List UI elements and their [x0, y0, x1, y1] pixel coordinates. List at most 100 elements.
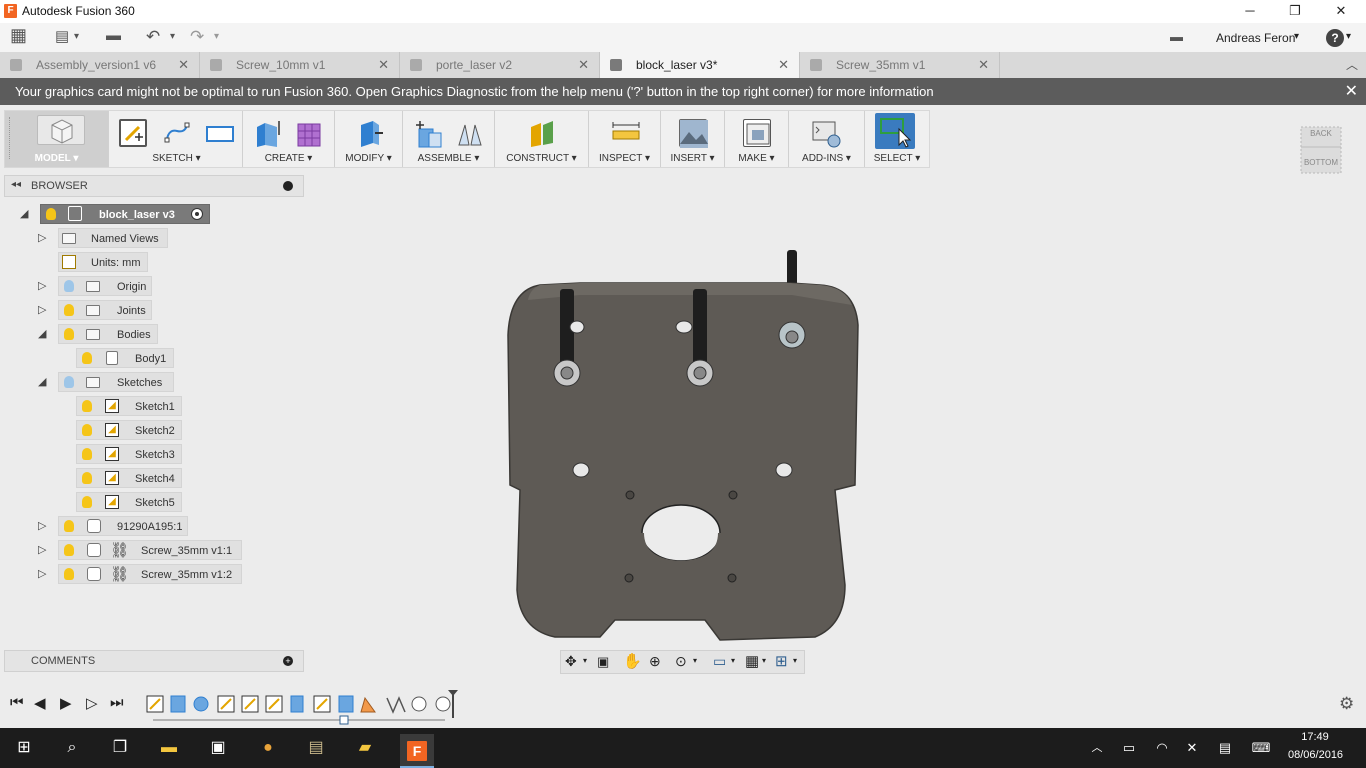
show-hidden-icons-icon[interactable]: ︿ — [1085, 736, 1109, 760]
expand-joints-icon[interactable]: ▷ — [38, 303, 46, 316]
collapse-tabs-icon[interactable]: ︿ — [1346, 56, 1358, 73]
save-icon[interactable]: ▬ — [106, 27, 121, 44]
chrome-icon[interactable]: ● — [256, 736, 280, 760]
laser-bore[interactable] — [641, 504, 721, 562]
screw-shaft[interactable] — [693, 289, 707, 371]
offset-plane-icon[interactable] — [527, 119, 555, 147]
browser-screw-35mm-2[interactable]: Screw_35mm v1:2 — [58, 564, 242, 584]
windows-start-icon[interactable]: ⊞ — [12, 736, 36, 760]
visibility-bulb-icon[interactable] — [64, 280, 74, 292]
visibility-bulb-icon[interactable] — [64, 568, 74, 580]
timeline-component-feature[interactable] — [338, 695, 354, 713]
select-tool-icon[interactable] — [875, 113, 915, 149]
chat-icon[interactable]: ▬ — [1170, 29, 1183, 44]
folder-app-icon[interactable]: ▰ — [353, 736, 377, 760]
step-back-icon[interactable]: ◀ — [34, 694, 46, 712]
model-viewport[interactable] — [500, 245, 870, 645]
expand-root-icon[interactable]: ◢ — [20, 207, 28, 220]
mounting-hole[interactable] — [728, 490, 738, 500]
mounting-hole[interactable] — [625, 490, 635, 500]
new-component-icon[interactable] — [413, 119, 442, 148]
expand-origin-icon[interactable]: ▷ — [38, 279, 46, 292]
look-at-icon[interactable]: ▣ — [597, 654, 609, 670]
expand-part-icon[interactable]: ▷ — [38, 519, 46, 532]
pin[interactable] — [675, 320, 693, 334]
visibility-bulb-icon[interactable] — [82, 400, 92, 412]
app-icon[interactable]: ▤ — [304, 736, 328, 760]
add-comment-icon[interactable]: + — [283, 656, 293, 666]
activate-component-icon[interactable] — [191, 208, 203, 220]
create-group[interactable]: CREATE ▾ — [243, 111, 335, 167]
tab-close-icon[interactable]: ✕ — [578, 52, 589, 78]
redo-caret-icon[interactable]: ▾ — [214, 31, 219, 42]
tab-block-laser[interactable]: block_laser v3* ✕ — [600, 52, 800, 78]
assemble-group[interactable]: ASSEMBLE ▾ — [403, 111, 495, 167]
sketch-group[interactable]: SKETCH ▾ — [111, 111, 243, 167]
browser-screw-35mm-1[interactable]: Screw_35mm v1:1 — [58, 540, 242, 560]
mounting-hole[interactable] — [727, 573, 737, 583]
modify-group[interactable]: MODIFY ▾ — [335, 111, 403, 167]
display-settings-icon[interactable]: ▭ — [713, 653, 726, 670]
scripts-addins-icon[interactable] — [811, 119, 841, 148]
clock-date[interactable]: 08/06/2016 — [1288, 749, 1343, 761]
browser-minimize-icon[interactable] — [283, 181, 293, 191]
measure-icon[interactable] — [611, 119, 640, 147]
file-menu-icon[interactable]: ▤ — [55, 27, 69, 45]
search-icon[interactable]: ⌕ — [60, 736, 84, 760]
timeline-joint-feature[interactable] — [360, 696, 376, 713]
viewcube[interactable]: BACK BOTTOM — [1300, 123, 1342, 178]
insert-group[interactable]: INSERT ▾ — [661, 111, 725, 167]
keyboard-icon[interactable]: ⌨ — [1249, 736, 1273, 760]
fusion360-taskbar-button[interactable]: F — [400, 734, 434, 768]
visibility-bulb-icon[interactable] — [46, 208, 56, 220]
expand-named-views-icon[interactable]: ▷ — [38, 231, 46, 244]
orbit-caret-icon[interactable]: ▾ — [583, 656, 587, 665]
select-group[interactable]: SELECT ▾ — [865, 111, 929, 167]
visibility-bulb-icon[interactable] — [82, 352, 92, 364]
make-group[interactable]: MAKE ▾ — [725, 111, 789, 167]
help-icon[interactable]: ? — [1326, 29, 1344, 47]
restore-button[interactable]: ❐ — [1272, 0, 1318, 23]
line-tool-icon[interactable] — [163, 119, 191, 147]
pin[interactable] — [572, 462, 590, 478]
insert-image-icon[interactable] — [679, 119, 708, 148]
timeline-rigid-group-feature[interactable] — [435, 696, 451, 712]
pattern-icon[interactable] — [295, 119, 323, 147]
comments-panel[interactable]: COMMENTS + — [4, 650, 304, 672]
visibility-bulb-icon[interactable] — [64, 328, 74, 340]
grid-caret-icon[interactable]: ▾ — [762, 656, 766, 665]
display-caret-icon[interactable]: ▾ — [731, 656, 735, 665]
viewcube-bottom-face[interactable]: BOTTOM — [1300, 158, 1342, 167]
volume-muted-icon[interactable]: ✕ — [1180, 736, 1204, 760]
tab-close-icon[interactable]: ✕ — [178, 52, 189, 78]
timeline-settings-gear-icon[interactable]: ⚙ — [1339, 694, 1354, 714]
tab-screw-35mm[interactable]: Screw_35mm v1 ✕ — [800, 52, 1000, 78]
visibility-bulb-icon[interactable] — [64, 304, 74, 316]
expand-screw2-icon[interactable]: ▷ — [38, 567, 46, 580]
task-view-icon[interactable]: ❐ — [108, 736, 132, 760]
viewcube-back-face[interactable]: BACK — [1300, 129, 1342, 138]
tab-close-icon[interactable]: ✕ — [378, 52, 389, 78]
orbit-icon[interactable]: ✥ — [565, 653, 577, 670]
zoom-caret-icon[interactable]: ▾ — [693, 656, 697, 665]
timeline-joint-feature[interactable] — [386, 696, 406, 714]
user-caret-icon[interactable]: ▾ — [1294, 31, 1299, 42]
pin[interactable] — [775, 462, 793, 478]
expand-screw1-icon[interactable]: ▷ — [38, 543, 46, 556]
tab-close-icon[interactable]: ✕ — [778, 52, 789, 78]
tab-screw-10mm[interactable]: Screw_10mm v1 ✕ — [200, 52, 400, 78]
tab-porte-laser[interactable]: porte_laser v2 ✕ — [400, 52, 600, 78]
store-icon[interactable]: ▣ — [206, 736, 230, 760]
browser-root-node[interactable]: block_laser v3 — [40, 204, 210, 224]
collapse-browser-icon[interactable]: ◂◂ — [11, 179, 21, 190]
tab-close-icon[interactable]: ✕ — [978, 52, 989, 78]
timeline-hole-feature[interactable] — [193, 696, 209, 712]
inspect-group[interactable]: INSPECT ▾ — [589, 111, 661, 167]
browser-panel-header[interactable]: ◂◂ BROWSER — [4, 175, 304, 197]
visibility-bulb-icon[interactable] — [82, 448, 92, 460]
play-icon[interactable]: ▷ — [86, 694, 98, 712]
3d-print-icon[interactable] — [743, 119, 771, 147]
user-name[interactable]: Andreas Feron — [1216, 31, 1295, 45]
expand-sketches-icon[interactable]: ◢ — [38, 375, 46, 388]
tab-assembly-version1[interactable]: Assembly_version1 v6 ✕ — [0, 52, 200, 78]
